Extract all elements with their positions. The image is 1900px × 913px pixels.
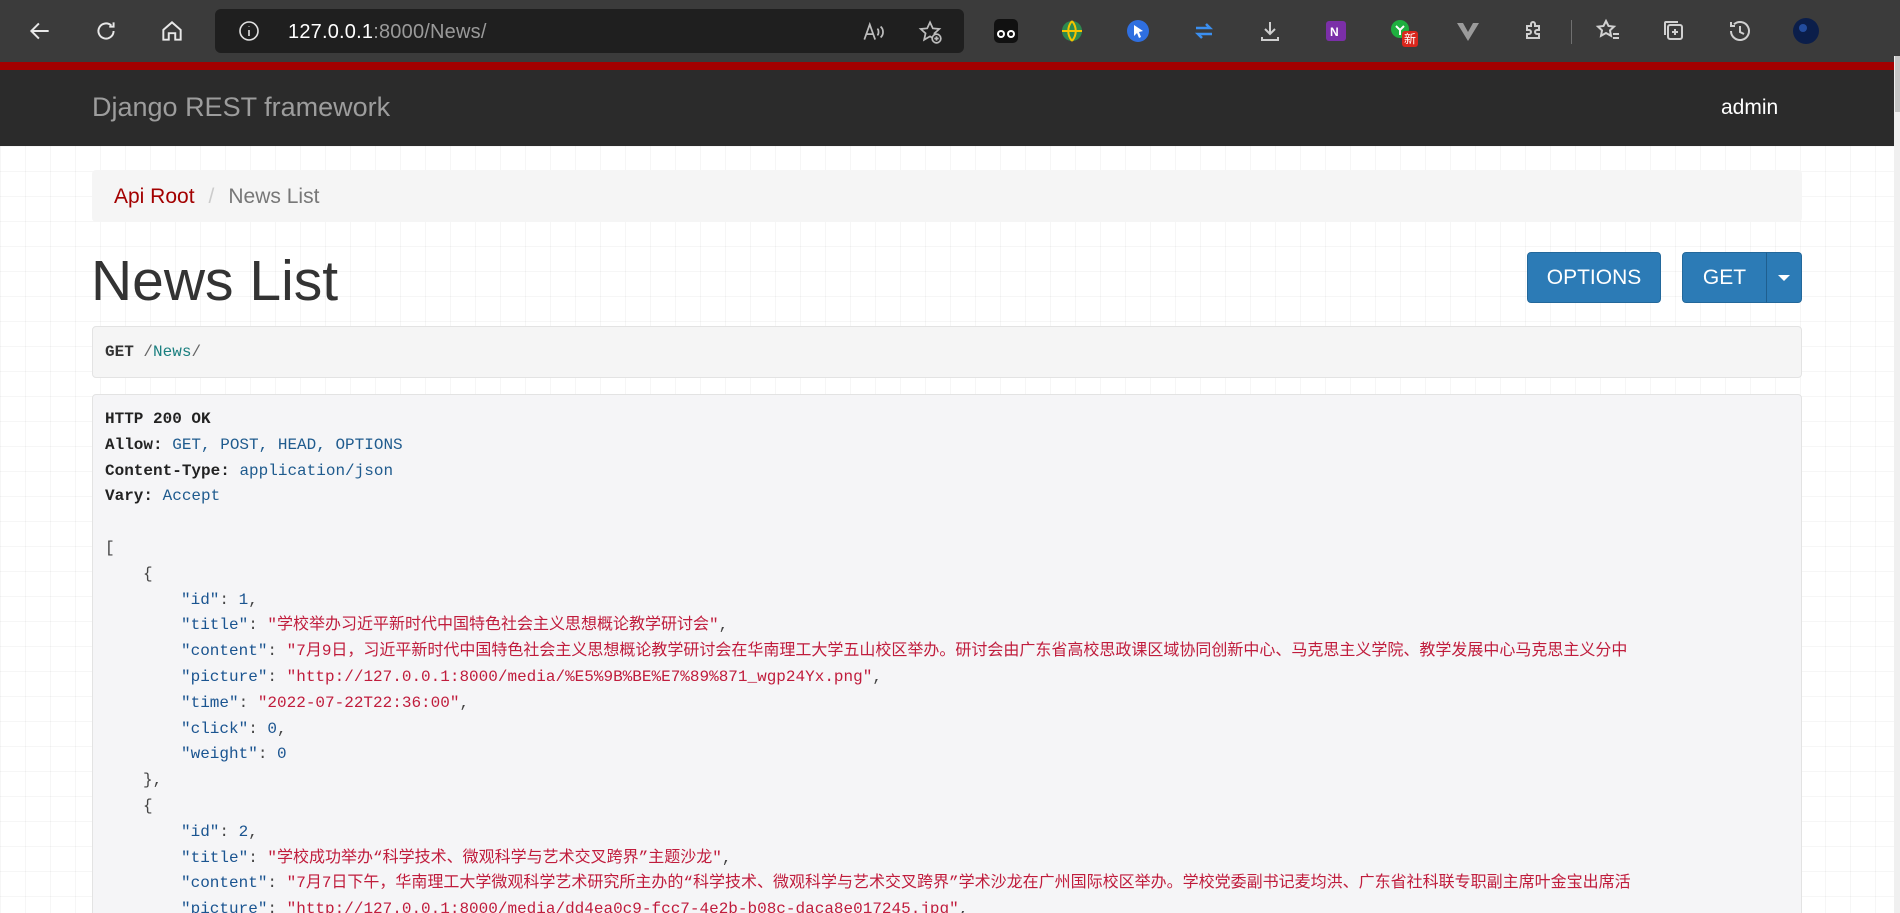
json-field-content: "content": "7月9日，习近平新时代中国特色社会主义思想概论教学研讨会… bbox=[181, 642, 1628, 661]
drf-navbar: Django REST framework admin bbox=[0, 70, 1900, 146]
json-object-close: }, bbox=[143, 771, 163, 790]
request-slash: / bbox=[143, 343, 154, 361]
user-menu[interactable]: admin bbox=[1721, 96, 1778, 120]
header-value: GET, POST, HEAD, OPTIONS bbox=[172, 435, 403, 454]
address-bar[interactable]: 127.0.0.1:8000/News/ bbox=[215, 9, 964, 53]
url-text[interactable]: 127.0.0.1:8000/News/ bbox=[288, 21, 487, 44]
vue-devtools-icon[interactable] bbox=[1452, 15, 1484, 47]
json-field-id: "id": 1, bbox=[181, 590, 258, 609]
json-object-open: { bbox=[143, 796, 153, 815]
caret-down-icon bbox=[1778, 274, 1790, 281]
header-value: Accept bbox=[162, 487, 221, 506]
page-content: Api Root / News List News List OPTIONS GET… bbox=[0, 146, 1894, 913]
json-field-time: "time": "2022-07-22T22:36:00", bbox=[181, 693, 470, 712]
json-field-weight: "weight": 0 bbox=[181, 745, 287, 764]
read-aloud-icon[interactable] bbox=[860, 19, 886, 45]
request-method: GET bbox=[105, 343, 134, 361]
json-field-title: "title": "学校举办习近平新时代中国特色社会主义思想概论教学研讨会", bbox=[181, 616, 729, 635]
brand-link[interactable]: Django REST framework bbox=[92, 92, 390, 123]
new-badge: 新 bbox=[1402, 31, 1419, 47]
refresh-icon[interactable] bbox=[87, 12, 125, 50]
breadcrumb-api-root[interactable]: Api Root bbox=[114, 185, 195, 208]
response-status-line: HTTP 200 OK bbox=[105, 407, 1789, 433]
sync-extension-icon[interactable] bbox=[1188, 15, 1220, 47]
options-button[interactable]: OPTIONS bbox=[1527, 252, 1661, 303]
header-key: Allow: bbox=[105, 435, 163, 454]
breadcrumb-current: News List bbox=[228, 185, 320, 208]
response-header-line: Allow: GET, POST, HEAD, OPTIONS bbox=[105, 433, 1789, 459]
tampermonkey-extension-icon[interactable] bbox=[990, 15, 1022, 47]
collections-icon[interactable] bbox=[1658, 15, 1690, 47]
request-info: GET /News/ bbox=[92, 326, 1802, 378]
request-slash-end: / bbox=[191, 343, 202, 361]
url-rest: :8000/News/ bbox=[373, 21, 487, 43]
json-object-open: { bbox=[143, 564, 153, 583]
json-field-id: "id": 2, bbox=[181, 822, 258, 841]
breadcrumb: Api Root / News List bbox=[92, 170, 1802, 222]
response-header-line: Vary: Accept bbox=[105, 484, 1789, 510]
header-value: application/json bbox=[239, 461, 394, 480]
extensions-puzzle-icon[interactable] bbox=[1518, 15, 1550, 47]
profile-avatar[interactable] bbox=[1790, 15, 1822, 47]
top-accent-strip bbox=[0, 62, 1900, 70]
home-icon[interactable] bbox=[153, 12, 191, 50]
badge-extension-icon[interactable]: 新 bbox=[1386, 15, 1419, 47]
json-field-content: "content": "7月7日下午，华南理工大学微观科学艺术研究所主办的“科学… bbox=[181, 874, 1631, 893]
request-path-link[interactable]: News bbox=[153, 343, 191, 361]
json-array-open: [ bbox=[105, 538, 115, 557]
onenote-extension-icon[interactable]: N bbox=[1320, 15, 1352, 47]
globe-extension-icon[interactable] bbox=[1056, 15, 1088, 47]
scrollbar-track[interactable] bbox=[1894, 56, 1900, 913]
toolbar-divider bbox=[1571, 20, 1572, 44]
url-host: 127.0.0.1 bbox=[288, 21, 374, 43]
back-icon[interactable] bbox=[21, 12, 59, 50]
svg-text:N: N bbox=[1330, 25, 1339, 39]
download-icon[interactable] bbox=[1254, 15, 1286, 47]
breadcrumb-separator: / bbox=[208, 185, 215, 208]
scrollbar-thumb[interactable] bbox=[1895, 56, 1900, 112]
json-field-picture: "picture": "http://127.0.0.1:8000/media/… bbox=[181, 900, 969, 913]
json-field-title: "title": "学校成功举办“科学技术、微观科学与艺术交叉跨界”主题沙龙", bbox=[181, 848, 732, 867]
get-format-dropdown[interactable] bbox=[1766, 252, 1802, 303]
browser-toolbar: 127.0.0.1:8000/News/ N 新 bbox=[0, 0, 1900, 62]
site-info-icon[interactable] bbox=[237, 19, 261, 43]
response-header-line: Content-Type: application/json bbox=[105, 459, 1789, 485]
json-field-picture: "picture": "http://127.0.0.1:8000/media/… bbox=[181, 667, 882, 686]
header-key: Content-Type: bbox=[105, 461, 230, 480]
add-favorite-icon[interactable] bbox=[917, 19, 943, 45]
favorites-icon[interactable] bbox=[1592, 15, 1624, 47]
response-status: HTTP 200 OK bbox=[105, 410, 211, 428]
header-key: Vary: bbox=[105, 487, 154, 506]
get-button[interactable]: GET bbox=[1682, 252, 1767, 303]
response-info: HTTP 200 OK Allow: GET, POST, HEAD, OPTI… bbox=[92, 394, 1802, 913]
cursor-extension-icon[interactable] bbox=[1122, 15, 1154, 47]
history-icon[interactable] bbox=[1724, 15, 1756, 47]
page-title: News List bbox=[91, 249, 339, 313]
json-field-click: "click": 0, bbox=[181, 719, 287, 738]
